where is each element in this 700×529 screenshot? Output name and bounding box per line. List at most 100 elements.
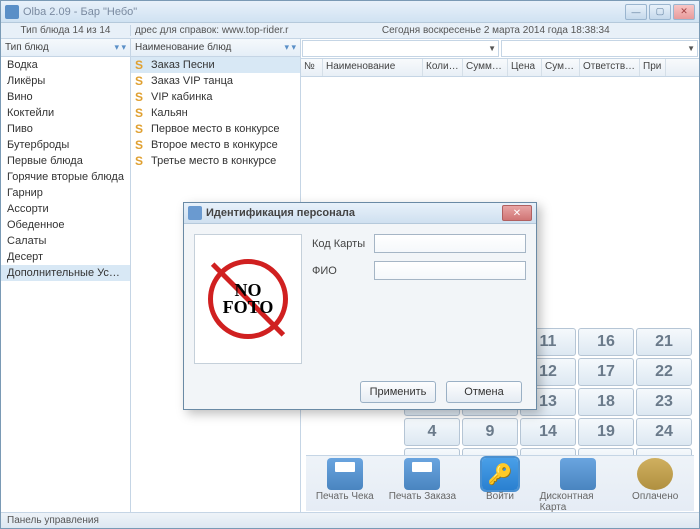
action-card[interactable]: Дисконтная Карта	[540, 458, 616, 513]
dish-type-item[interactable]: Ассорти	[1, 201, 130, 217]
grid-column-header[interactable]: №	[301, 59, 323, 76]
keypad-key-21[interactable]: 21	[636, 328, 692, 356]
combo-2[interactable]: ▼	[501, 40, 698, 57]
dialog-close-button[interactable]: ✕	[502, 205, 532, 221]
dish-type-item[interactable]: Гарнир	[1, 185, 130, 201]
grid-column-header[interactable]: Наименование	[323, 59, 423, 76]
dish-type-count: Тип блюда 14 из 14	[1, 25, 131, 36]
dish-type-item[interactable]: Вино	[1, 89, 130, 105]
keypad-key-19[interactable]: 19	[578, 418, 634, 446]
dish-name-item[interactable]: S Заказ Песни	[131, 57, 300, 73]
key-icon: 🔑	[482, 458, 518, 490]
cancel-button[interactable]: Отмена	[446, 381, 522, 403]
keypad-key-4[interactable]: 4	[404, 418, 460, 446]
grid-column-header[interactable]: Сумма ...	[463, 59, 508, 76]
dish-name-item[interactable]: S VIP кабинка	[131, 89, 300, 105]
dish-type-item[interactable]: Обеденное	[1, 217, 130, 233]
staff-photo: NO FOTO	[194, 234, 302, 364]
keypad-key-9[interactable]: 9	[462, 418, 518, 446]
fullname-label: ФИО	[312, 265, 374, 277]
dish-type-item[interactable]: Пиво	[1, 121, 130, 137]
date-status: Сегодня воскресенье 2 марта 2014 года 18…	[293, 25, 699, 36]
dish-type-item[interactable]: Коктейли	[1, 105, 130, 121]
order-grid-header: №НаименованиеКолич...Сумма ...ЦенаСуммаО…	[301, 59, 699, 77]
keypad-key-22[interactable]: 22	[636, 358, 692, 386]
dish-name-label: Первое место в конкурсе	[151, 123, 280, 135]
currency-icon: S	[135, 90, 147, 104]
action-printer[interactable]: Печать Заказа	[384, 458, 460, 502]
dish-type-header[interactable]: Тип блюд ▾ ▾	[1, 39, 130, 57]
info-bar: Тип блюда 14 из 14 дрес для справок: www…	[1, 23, 699, 39]
dish-name-label: Второе место в конкурсе	[151, 139, 278, 151]
dish-name-header[interactable]: Наименование блюд ▾ ▾	[131, 39, 300, 57]
dish-type-item[interactable]: Дополнительные Услуги	[1, 265, 130, 281]
maximize-button[interactable]: ▢	[649, 4, 671, 20]
dish-type-item[interactable]: Бутерброды	[1, 137, 130, 153]
dish-name-label: Третье место в конкурсе	[151, 155, 276, 167]
action-printer[interactable]: Печать Чека	[307, 458, 383, 502]
fullname-input[interactable]	[374, 261, 526, 280]
grid-column-header[interactable]: Ответстве...	[580, 59, 640, 76]
dialog-titlebar: Идентификация персонала ✕	[184, 203, 536, 224]
currency-icon: S	[135, 138, 147, 152]
keypad-key-23[interactable]: 23	[636, 388, 692, 416]
keypad-key-18[interactable]: 18	[578, 388, 634, 416]
grid-column-header[interactable]: Цена	[508, 59, 542, 76]
dish-name-label: VIP кабинка	[151, 91, 212, 103]
staff-id-dialog: Идентификация персонала ✕ NO FOTO Код Ка…	[183, 202, 537, 410]
no-photo-line2: FOTO	[223, 299, 274, 316]
dish-name-item[interactable]: SПервое место в конкурсе	[131, 121, 300, 137]
apply-button[interactable]: Применить	[360, 381, 436, 403]
dish-name-item[interactable]: S Заказ VIP танца	[131, 73, 300, 89]
combo-row: ▼ ▼	[301, 39, 699, 59]
keypad-key-14[interactable]: 14	[520, 418, 576, 446]
keypad-key-24[interactable]: 24	[636, 418, 692, 446]
printer-icon	[327, 458, 363, 490]
grid-column-header[interactable]: Колич...	[423, 59, 463, 76]
close-button[interactable]: ✕	[673, 4, 695, 20]
action-bar: Печать ЧекаПечать Заказа🔑ВойтиДисконтная…	[306, 455, 694, 511]
dish-type-item[interactable]: Салаты	[1, 233, 130, 249]
chevron-down-icon: ▾ ▾	[114, 42, 126, 53]
dish-type-item[interactable]: Десерт	[1, 249, 130, 265]
dish-name-item[interactable]: S Второе место в конкурсе	[131, 137, 300, 153]
currency-icon: S	[135, 154, 147, 168]
app-icon	[5, 5, 19, 19]
dialog-title: Идентификация персонала	[206, 207, 502, 219]
dialog-icon	[188, 206, 202, 220]
currency-icon: S	[135, 74, 147, 88]
keypad-key-16[interactable]: 16	[578, 328, 634, 356]
dish-name-item[interactable]: S Третье место в конкурсе	[131, 153, 300, 169]
card-code-input[interactable]	[374, 234, 526, 253]
action-coin[interactable]: Оплачено	[617, 458, 693, 502]
dish-name-header-label: Наименование блюд	[135, 42, 231, 53]
combo-1[interactable]: ▼	[302, 40, 499, 57]
printer-icon	[404, 458, 440, 490]
dish-name-label: Заказ Песни	[151, 59, 215, 71]
minimize-button[interactable]: —	[625, 4, 647, 20]
titlebar: Olba 2.09 - Бар "Небо" — ▢ ✕	[1, 1, 699, 23]
grid-column-header[interactable]: При	[640, 59, 666, 76]
statusbar-text: Панель управления	[7, 515, 99, 526]
dish-type-item[interactable]: Водка	[1, 57, 130, 73]
card-icon	[560, 458, 596, 490]
window-title: Olba 2.09 - Бар "Небо"	[23, 6, 625, 18]
keypad-key-17[interactable]: 17	[578, 358, 634, 386]
coin-icon	[637, 458, 673, 490]
window-controls: — ▢ ✕	[625, 4, 695, 20]
action-label: Дисконтная Карта	[540, 491, 616, 513]
dish-type-item[interactable]: Ликёры	[1, 73, 130, 89]
dish-name-label: Заказ VIP танца	[151, 75, 233, 87]
dish-type-item[interactable]: Первые блюда	[1, 153, 130, 169]
card-code-label: Код Карты	[312, 238, 374, 250]
dish-type-list: ВодкаЛикёрыВиноКоктейлиПивоБутербродыПер…	[1, 57, 130, 528]
dish-name-item[interactable]: SКальян	[131, 105, 300, 121]
currency-icon: S	[135, 106, 147, 120]
currency-icon: S	[135, 58, 147, 72]
dialog-body: NO FOTO Код Карты ФИО	[184, 224, 536, 374]
action-key[interactable]: 🔑Войти	[462, 458, 538, 502]
grid-column-header[interactable]: Сумма	[542, 59, 580, 76]
action-label: Оплачено	[632, 491, 678, 502]
dish-type-header-label: Тип блюд	[5, 42, 49, 53]
dish-type-item[interactable]: Горячие вторые блюда	[1, 169, 130, 185]
